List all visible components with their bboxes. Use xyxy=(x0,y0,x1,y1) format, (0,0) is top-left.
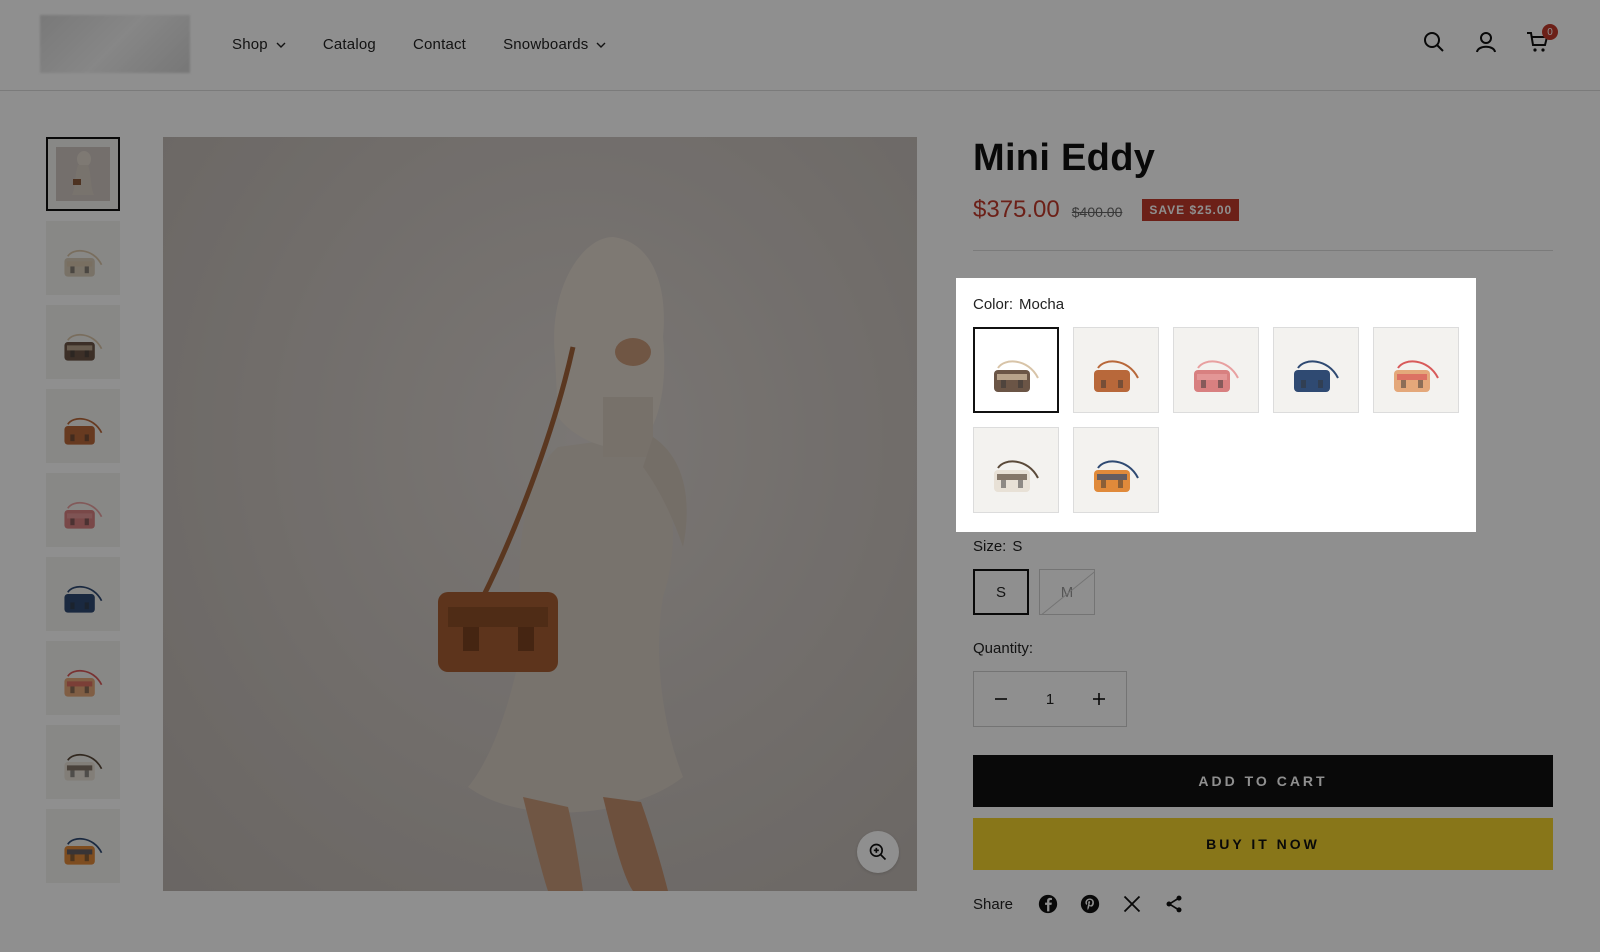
compare-price: $400.00 xyxy=(1071,204,1123,220)
main-product-image[interactable] xyxy=(163,137,917,891)
search-icon[interactable] xyxy=(1422,30,1446,54)
size-options: S M xyxy=(973,569,1095,615)
thumbnail-list xyxy=(46,137,120,893)
color-picker: Color: Mocha xyxy=(956,278,1476,532)
thumbnail-bag-side[interactable] xyxy=(46,221,120,295)
color-value: Mocha xyxy=(1019,296,1065,313)
nav-snowboards[interactable]: Snowboards xyxy=(503,36,606,53)
color-swatch-cream[interactable] xyxy=(973,427,1059,513)
increase-quantity-button[interactable] xyxy=(1088,688,1110,710)
nav-contact[interactable]: Contact xyxy=(413,36,466,53)
color-swatch-orange-navy[interactable] xyxy=(1073,427,1159,513)
size-label: Size: xyxy=(973,538,1007,555)
share-row: Share xyxy=(973,893,1205,915)
cart-icon[interactable]: 0 xyxy=(1526,24,1558,54)
facebook-icon[interactable] xyxy=(1037,893,1059,915)
thumbnail-bag-navy[interactable] xyxy=(46,557,120,631)
product-title: Mini Eddy xyxy=(973,137,1156,179)
size-picker: Size: S S M xyxy=(973,538,1095,615)
color-label-row: Color: Mocha xyxy=(973,296,1459,313)
nav-catalog[interactable]: Catalog xyxy=(323,36,376,53)
thumbnail-bag-tan[interactable] xyxy=(46,389,120,463)
color-swatch-pink[interactable] xyxy=(1173,327,1259,413)
color-swatches xyxy=(973,327,1459,513)
nav-shop[interactable]: Shop xyxy=(232,36,286,53)
x-icon[interactable] xyxy=(1121,893,1143,915)
zoom-button[interactable] xyxy=(857,831,899,873)
size-option-m[interactable]: M xyxy=(1039,569,1095,615)
sale-price: $375.00 xyxy=(973,196,1060,223)
account-icon[interactable] xyxy=(1474,30,1498,54)
quantity-label: Quantity: xyxy=(973,640,1034,657)
model-with-bag-image xyxy=(438,237,687,891)
site-header: Shop Catalog Contact Snowboards 0 xyxy=(0,0,1600,91)
price-row: $375.00 $400.00 SAVE $25.00 xyxy=(973,196,1553,224)
thumbnail-model-photo[interactable] xyxy=(46,137,120,211)
nav-snowboards-label: Snowboards xyxy=(503,36,589,53)
color-swatch-tan[interactable] xyxy=(1073,327,1159,413)
save-badge: SAVE $25.00 xyxy=(1142,199,1240,221)
quantity-input[interactable]: 1 xyxy=(1030,691,1070,708)
chevron-down-icon xyxy=(596,42,606,48)
size-value: S xyxy=(1012,538,1023,555)
color-swatch-peach[interactable] xyxy=(1373,327,1459,413)
thumbnail-bag-pink[interactable] xyxy=(46,473,120,547)
quantity-stepper: 1 xyxy=(973,671,1127,727)
main-nav: Shop Catalog Contact Snowboards xyxy=(232,36,643,53)
color-swatch-navy[interactable] xyxy=(1273,327,1359,413)
share-label: Share xyxy=(973,895,1014,913)
thumbnail-bag-cream[interactable] xyxy=(46,725,120,799)
buy-now-button[interactable]: BUY IT NOW xyxy=(973,818,1553,870)
header-icons: 0 xyxy=(1422,24,1558,54)
chevron-down-icon xyxy=(276,42,286,48)
thumbnail-bag-mocha[interactable] xyxy=(46,305,120,379)
color-swatch-mocha[interactable] xyxy=(973,327,1059,413)
quantity-section: Quantity: 1 xyxy=(973,640,1127,727)
pinterest-icon[interactable] xyxy=(1079,893,1101,915)
store-logo[interactable] xyxy=(40,15,190,73)
product-info: Mini Eddy $375.00 $400.00 SAVE $25.00 xyxy=(973,137,1553,251)
zoom-in-icon xyxy=(869,843,887,861)
add-to-cart-button[interactable]: ADD TO CART xyxy=(973,755,1553,807)
color-label: Color: xyxy=(973,296,1014,313)
cart-count-badge: 0 xyxy=(1542,24,1558,40)
size-option-s[interactable]: S xyxy=(973,569,1029,615)
minus-icon xyxy=(995,698,1007,700)
size-label-row: Size: S xyxy=(973,538,1095,555)
thumbnail-bag-orange-navy[interactable] xyxy=(46,809,120,883)
nav-catalog-label: Catalog xyxy=(322,36,376,53)
thumbnail-bag-peach[interactable] xyxy=(46,641,120,715)
share-icon[interactable] xyxy=(1163,893,1185,915)
plus-icon xyxy=(1093,693,1105,705)
divider xyxy=(973,250,1553,251)
nav-shop-label: Shop xyxy=(232,36,268,53)
nav-contact-label: Contact xyxy=(412,36,467,53)
decrease-quantity-button[interactable] xyxy=(990,688,1012,710)
